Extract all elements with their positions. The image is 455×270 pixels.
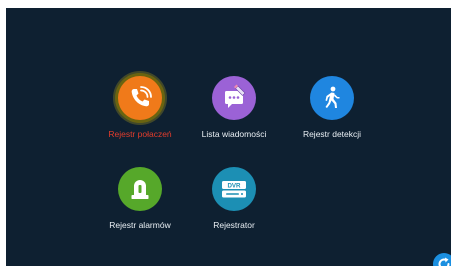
menu-screen: Rejestr połaczeń Lista wiadomości Rejest… [6,8,451,266]
alarm-light-icon [131,180,149,199]
refresh-button[interactable] [433,253,451,266]
recorder-tile[interactable]: DVR Rejestrator [184,167,284,237]
detection-log-icon-circle [310,76,354,120]
detection-log-label: Rejestr detekcji [302,129,362,139]
phone-call-icon [131,86,152,107]
detection-log-tile[interactable]: Rejestr detekcji [282,76,382,146]
message-edit-icon [225,84,246,108]
dvr-icon: DVR [222,181,246,198]
dvr-badge-text: DVR [227,183,241,190]
refresh-icon [438,257,450,266]
alarm-log-icon-circle [118,167,162,211]
recorder-icon-circle: DVR [212,167,256,211]
call-log-icon-circle [118,76,162,120]
walking-person-icon [325,86,340,108]
message-list-icon-circle [212,76,256,120]
recorder-label: Rejestrator [213,220,255,230]
